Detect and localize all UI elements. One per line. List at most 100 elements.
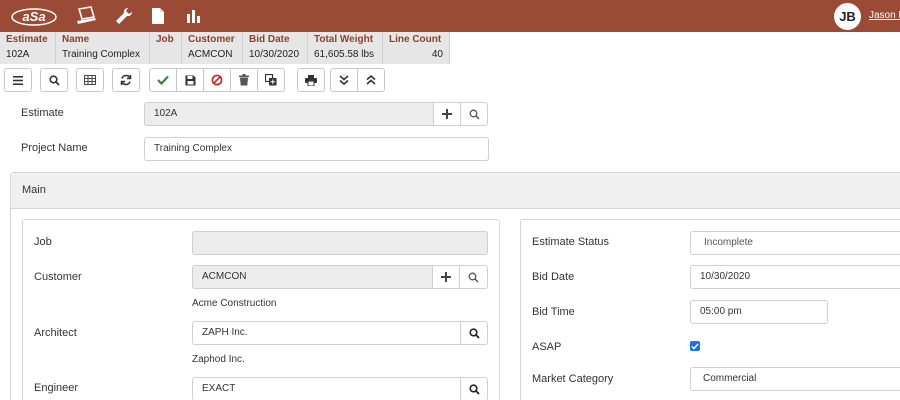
summary-value: 10/30/2020: [249, 49, 300, 60]
avatar[interactable]: JB: [834, 3, 861, 30]
summary-header: Name: [62, 34, 90, 45]
estimate-search-button[interactable]: [460, 102, 488, 126]
user-name-link[interactable]: Jason B: [869, 10, 900, 21]
toolbar-group-edit: [149, 68, 285, 94]
plus-icon: [441, 272, 451, 282]
architect-label: Architect: [34, 327, 77, 339]
summary-value: ACMCON: [188, 49, 233, 60]
customer-label: Customer: [34, 271, 82, 283]
summary-header: Job: [156, 34, 174, 45]
search-icon: [468, 383, 480, 395]
main-panel-title: Main: [22, 184, 46, 196]
summary-col-estimate: Estimate 102A: [0, 32, 56, 64]
collapse-all-button[interactable]: [357, 68, 385, 92]
summary-header: Total Weight: [314, 34, 374, 45]
asap-checkbox[interactable]: [690, 341, 700, 351]
checkmark-icon: [691, 343, 699, 350]
bid-time-field[interactable]: 05:00 pm: [690, 300, 828, 324]
architect-name-text: Zaphod Inc.: [192, 354, 245, 365]
toolbar-group-expand: [330, 68, 385, 94]
customer-name-text: Acme Construction: [192, 298, 277, 309]
summary-col-total-weight: Total Weight 61,605.58 lbs: [308, 32, 383, 64]
expand-all-icon: [339, 75, 349, 85]
toolbar-group-search: [40, 68, 68, 94]
summary-header: Bid Date: [249, 34, 290, 45]
bid-time-label: Bid Time: [532, 306, 575, 318]
search-icon: [469, 109, 480, 120]
customer-search-button[interactable]: [459, 265, 488, 289]
summary-strip: Estimate 102A Name Training Complex Job …: [0, 32, 450, 64]
job-label: Job: [34, 236, 52, 248]
toolbar-group-menu: [4, 68, 32, 94]
cancel-button[interactable]: [203, 68, 231, 92]
save-button[interactable]: [176, 68, 204, 92]
menu-icon: [13, 75, 23, 85]
collapse-all-icon: [366, 75, 376, 85]
estimate-status-label: Estimate Status: [532, 236, 610, 248]
svg-text:aSa: aSa: [22, 9, 45, 24]
toolbar-group-grid: [76, 68, 104, 94]
menu-button[interactable]: [4, 68, 32, 92]
toolbar-group-print: [297, 68, 325, 94]
top-bar: aSa JB Jason B: [0, 0, 900, 32]
delete-icon: [239, 74, 249, 86]
summary-col-line-count: Line Count 40: [383, 32, 450, 64]
summary-col-customer: Customer ACMCON: [182, 32, 243, 64]
summary-col-bid-date: Bid Date 10/30/2020: [243, 32, 308, 64]
search-button[interactable]: [40, 68, 68, 92]
summary-value: Training Complex: [62, 49, 140, 60]
estimate-label: Estimate: [21, 107, 64, 119]
bid-date-label: Bid Date: [532, 271, 575, 283]
search-icon: [48, 74, 60, 86]
app-logo[interactable]: aSa: [10, 6, 58, 26]
asap-label: ASAP: [532, 341, 562, 353]
grid-view-button[interactable]: [76, 68, 104, 92]
search-icon: [468, 272, 479, 283]
job-field[interactable]: [192, 231, 488, 255]
market-category-label: Market Category: [532, 373, 614, 385]
engineer-search-button[interactable]: [460, 377, 488, 400]
save-icon: [185, 75, 195, 85]
engineer-label: Engineer: [34, 382, 79, 394]
estimate-add-button[interactable]: [433, 102, 461, 126]
plus-icon: [442, 109, 452, 119]
search-icon: [468, 327, 480, 339]
project-name-label: Project Name: [21, 142, 88, 154]
laptop-icon[interactable]: [75, 5, 97, 27]
check-icon: [157, 75, 169, 85]
engineer-field[interactable]: EXACT: [192, 377, 461, 400]
customer-add-button[interactable]: [432, 265, 460, 289]
estimate-field[interactable]: 102A: [144, 102, 434, 126]
wrench-icon[interactable]: [113, 5, 135, 27]
document-icon[interactable]: [147, 5, 169, 27]
customer-field[interactable]: ACMCON: [192, 265, 433, 289]
summary-header: Estimate: [6, 34, 48, 45]
main-panel-header[interactable]: Main: [11, 173, 900, 209]
expand-all-button[interactable]: [330, 68, 358, 92]
copy-button[interactable]: [257, 68, 285, 92]
summary-col-name: Name Training Complex: [56, 32, 150, 64]
delete-button[interactable]: [230, 68, 258, 92]
summary-header: Customer: [188, 34, 235, 45]
market-category-select[interactable]: Commercial: [690, 367, 900, 391]
print-button[interactable]: [297, 68, 325, 92]
cancel-icon: [211, 74, 223, 86]
summary-value: 40: [431, 49, 443, 60]
architect-search-button[interactable]: [460, 321, 488, 345]
summary-value: 102A: [6, 49, 30, 60]
bar-chart-icon[interactable]: [183, 5, 205, 27]
copy-icon: [265, 74, 277, 86]
refresh-button[interactable]: [112, 68, 140, 92]
refresh-icon: [120, 74, 132, 86]
bid-date-field[interactable]: 10/30/2020: [690, 265, 900, 289]
toolbar-group-refresh: [112, 68, 140, 94]
project-name-field[interactable]: Training Complex: [144, 137, 489, 161]
summary-col-job: Job: [150, 32, 182, 64]
grid-icon: [84, 75, 96, 85]
print-icon: [305, 74, 317, 86]
architect-field[interactable]: ZAPH Inc.: [192, 321, 461, 345]
accept-button[interactable]: [149, 68, 177, 92]
estimate-status-select[interactable]: Incomplete: [690, 231, 900, 255]
summary-header: Line Count: [389, 34, 442, 45]
summary-value: 61,605.58 lbs: [314, 49, 375, 60]
